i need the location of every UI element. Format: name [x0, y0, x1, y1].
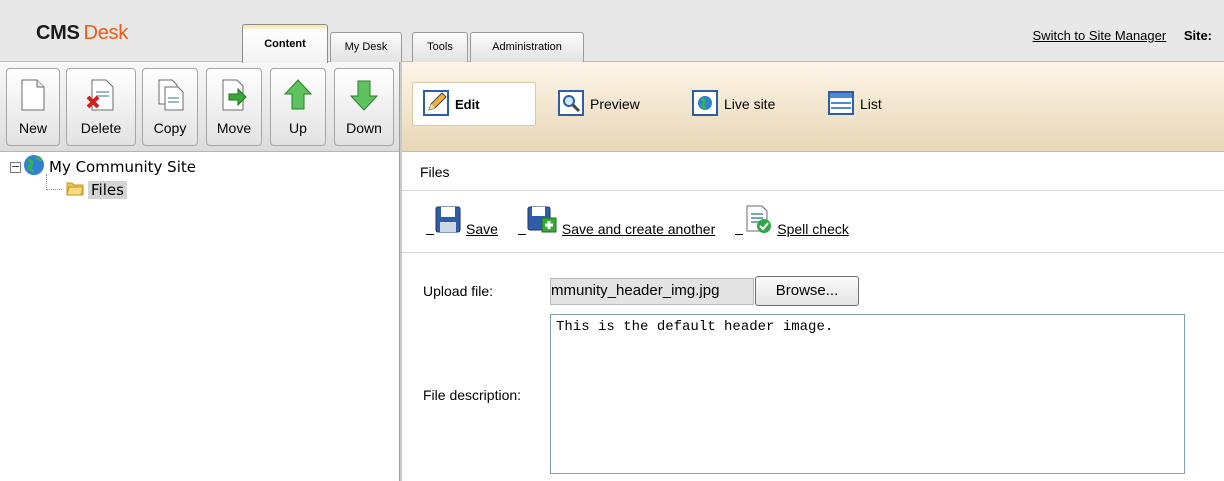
preview-mode-label: Preview — [590, 96, 640, 112]
save-label: Save — [466, 221, 498, 237]
save-another-icon — [526, 204, 558, 237]
upload-file-value: mmunity_header_img.jpg — [551, 282, 720, 299]
move-button-label: Move — [216, 120, 252, 136]
copy-button[interactable]: Copy — [142, 68, 198, 146]
arrow-up-icon — [283, 79, 313, 114]
tab-tools[interactable]: Tools — [412, 32, 468, 63]
app-logo: CMS Desk — [36, 22, 128, 45]
collapse-icon[interactable]: − — [10, 161, 21, 173]
edit-mode-label: Edit — [455, 96, 480, 112]
tree-node-files-label: Files — [88, 181, 127, 199]
upload-file-input[interactable]: mmunity_header_img.jpg — [550, 278, 754, 305]
action-bar: Save Save and create another Spell check — [426, 204, 869, 237]
list-mode-label: List — [860, 96, 882, 112]
spell-check-button[interactable]: Spell check — [735, 204, 849, 237]
arrow-down-icon — [349, 79, 379, 114]
up-button[interactable]: Up — [270, 68, 326, 146]
edit-pencil-icon — [423, 89, 455, 119]
list-icon — [828, 90, 860, 119]
divider — [402, 190, 1224, 191]
down-button-label: Down — [346, 120, 382, 136]
edit-mode-button[interactable]: Edit — [412, 82, 536, 126]
tab-administration[interactable]: Administration — [470, 32, 584, 63]
divider — [402, 252, 1224, 253]
logo-text-accent: Desk — [83, 22, 129, 44]
folder-icon — [66, 180, 84, 200]
upload-file-label: Upload file: — [423, 283, 494, 299]
save-disk-icon — [434, 204, 462, 237]
list-mode-button[interactable]: List — [828, 82, 882, 126]
edit-content-panel: Files Save Save and create another Spell… — [402, 152, 1224, 481]
site-label: Site: — [1183, 28, 1212, 43]
spell-check-icon — [743, 204, 773, 237]
tab-my-desk[interactable]: My Desk — [330, 32, 402, 63]
content-tree: − My Community Site Files — [0, 152, 399, 481]
move-button[interactable]: Move — [206, 68, 262, 146]
header-right: Switch to Site Manager Site: — [1033, 28, 1212, 43]
copy-button-label: Copy — [153, 120, 187, 136]
switch-to-site-manager-link[interactable]: Switch to Site Manager — [1033, 28, 1167, 43]
tree-node-root-label: My Community Site — [49, 158, 196, 176]
new-button-label: New — [18, 120, 47, 136]
file-description-label: File description: — [423, 387, 522, 403]
file-description-textarea[interactable]: This is the default header image. — [550, 314, 1185, 474]
delete-button-label: Delete — [80, 120, 122, 136]
down-button[interactable]: Down — [334, 68, 394, 146]
live-site-globe-icon — [692, 89, 724, 119]
tree-node-files[interactable]: Files — [66, 180, 127, 200]
spell-check-label: Spell check — [777, 221, 849, 237]
save-and-create-another-button[interactable]: Save and create another — [517, 204, 716, 237]
view-mode-toolbar: Edit Preview Live site List — [402, 62, 1224, 152]
preview-mode-button[interactable]: Preview — [558, 82, 640, 126]
save-button[interactable]: Save — [426, 204, 498, 237]
copy-document-icon — [155, 79, 185, 114]
save-and-create-another-label: Save and create another — [561, 221, 716, 237]
up-button-label: Up — [289, 120, 307, 136]
breadcrumb: Files — [420, 164, 450, 180]
tab-content[interactable]: Content — [242, 24, 328, 63]
move-document-icon — [219, 79, 249, 114]
app-header: CMS Desk Content My Desk Tools Administra… — [0, 0, 1224, 63]
live-site-mode-button[interactable]: Live site — [692, 82, 775, 126]
browse-button[interactable]: Browse... — [755, 276, 859, 306]
tree-connector — [46, 174, 62, 190]
new-button[interactable]: New — [6, 68, 60, 146]
new-document-icon — [19, 79, 47, 114]
preview-magnifier-icon — [558, 89, 590, 119]
document-toolbar: New Delete Copy Move Up Down — [0, 62, 400, 152]
delete-document-icon — [86, 79, 116, 114]
logo-text-bold: CMS — [36, 22, 80, 44]
live-site-mode-label: Live site — [724, 96, 776, 112]
globe-icon — [23, 154, 45, 180]
delete-button[interactable]: Delete — [66, 68, 136, 146]
tree-node-root[interactable]: − My Community Site — [10, 154, 196, 180]
